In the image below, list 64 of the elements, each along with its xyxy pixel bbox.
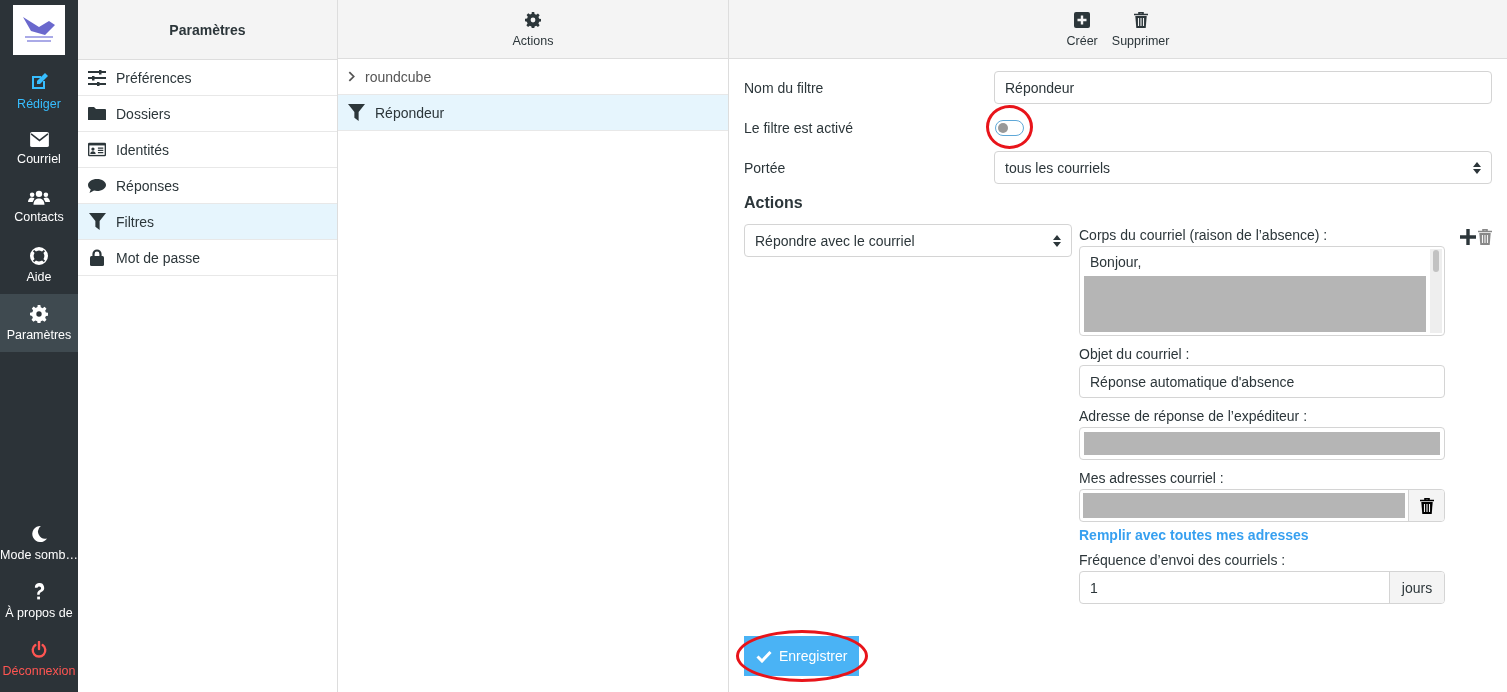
field-label: Portée xyxy=(744,159,787,176)
plus-icon xyxy=(1460,229,1476,245)
nav-item[interactable]: Contacts xyxy=(0,178,78,236)
funnel-icon xyxy=(348,104,365,121)
funnel-icon xyxy=(88,213,106,230)
scrollbar[interactable] xyxy=(1430,249,1442,333)
field-label: Objet du courriel : xyxy=(1079,346,1191,362)
moon-icon xyxy=(30,524,48,543)
delete-address-button[interactable] xyxy=(1408,490,1444,521)
up-down-arrows-icon xyxy=(1053,234,1061,247)
lifebuoy-icon xyxy=(30,246,48,265)
panel-title: Paramètres xyxy=(169,21,246,38)
trash-icon xyxy=(1419,497,1434,514)
nav-item[interactable]: Aide xyxy=(0,236,78,294)
message-textarea[interactable]: Bonjour, xyxy=(1079,246,1445,336)
people-icon xyxy=(28,190,50,205)
field-label: Le filtre est activé xyxy=(744,119,854,136)
logo-image xyxy=(13,5,65,55)
folder-icon xyxy=(88,106,106,121)
frequency-field[interactable]: 1 jours xyxy=(1079,571,1445,604)
id-card-icon xyxy=(88,142,106,157)
scope-select[interactable]: tous les courriels xyxy=(994,151,1492,184)
addresses-field[interactable] xyxy=(1079,489,1445,522)
subject-field[interactable]: Réponse automatique d'absence xyxy=(1079,365,1445,398)
action-select[interactable]: Répondre avec le courriel xyxy=(744,224,1072,257)
trash-icon[interactable] xyxy=(1478,229,1492,245)
nav-item[interactable]: Rédiger xyxy=(0,62,78,120)
reply-address-field[interactable] xyxy=(1079,427,1445,460)
settings-icon xyxy=(30,304,48,323)
toggle-switch[interactable] xyxy=(995,119,1024,136)
settings-icon xyxy=(525,12,541,28)
delete-button[interactable]: Supprimer xyxy=(1111,12,1170,48)
power-icon xyxy=(30,640,48,659)
create-button[interactable]: Créer xyxy=(1066,12,1098,48)
filter-item[interactable]: Répondeur xyxy=(338,95,728,131)
settings-item[interactable]: Préférences xyxy=(78,60,337,96)
field-label: Adresse de réponse de l’expéditeur : xyxy=(1079,408,1309,424)
plus-square-icon xyxy=(1074,12,1091,28)
envelope-icon xyxy=(29,132,49,147)
settings-item[interactable]: Dossiers xyxy=(78,96,337,132)
padlock-icon xyxy=(88,249,106,266)
checkmark-icon xyxy=(756,649,772,663)
section-heading: Actions xyxy=(744,194,804,212)
nav-item[interactable]: Paramètres xyxy=(0,294,78,352)
field-label: Nom du filtre xyxy=(744,79,825,96)
nav-item[interactable]: À propos de xyxy=(0,572,78,630)
trash-icon xyxy=(1133,12,1148,28)
settings-item[interactable]: Identités xyxy=(78,132,337,168)
up-down-arrows-icon xyxy=(1473,161,1481,174)
filter-name-field[interactable]: Répondeur xyxy=(994,71,1492,104)
nav-item[interactable]: Déconnexion xyxy=(0,630,78,688)
chevron-right-icon xyxy=(348,71,355,82)
field-label: Corps du courriel (raison de l’absence) : xyxy=(1079,227,1329,243)
sliders-icon xyxy=(88,69,106,86)
field-label: Mes adresses courriel : xyxy=(1079,470,1225,486)
nav-item[interactable]: Courriel xyxy=(0,120,78,178)
field-label: Fréquence d’envoi des courriels : xyxy=(1079,552,1287,568)
speech-bubble-icon xyxy=(88,177,106,194)
settings-item[interactable]: Mot de passe xyxy=(78,240,337,276)
settings-item[interactable]: Filtres xyxy=(78,204,337,240)
nav-item[interactable]: Mode somb… xyxy=(0,514,78,572)
pencil-square-icon xyxy=(29,71,49,92)
actions-button[interactable]: Actions xyxy=(512,12,554,48)
question-mark-icon xyxy=(32,582,46,601)
